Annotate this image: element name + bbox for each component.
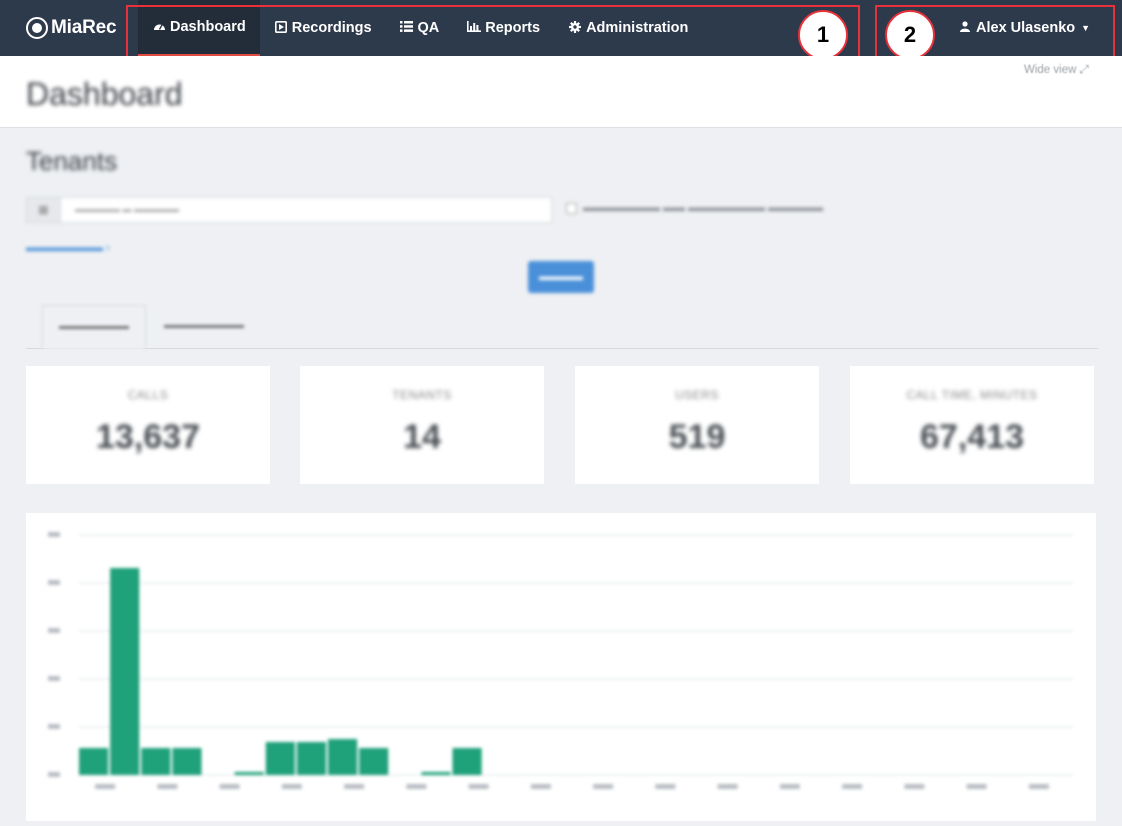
y-tick-label [48, 724, 60, 729]
list-icon [400, 21, 414, 35]
gear-icon [568, 20, 582, 36]
stat-label: CALLS [127, 388, 169, 402]
compare-checkbox[interactable]: ▬▬▬▬▬▬▬ ▬▬ ▬▬▬▬▬▬▬ ▬▬▬▬▬ [566, 202, 823, 214]
stat-label: TENANTS [392, 388, 452, 402]
x-tick-label [655, 784, 676, 789]
nav-item-administration[interactable]: Administration [554, 0, 702, 56]
wide-view-label: Wide view [1024, 64, 1077, 76]
chart-bar [141, 748, 171, 775]
calls-bar-chart [48, 532, 1074, 789]
section-title: Tenants [26, 146, 118, 176]
stat-value: 13,637 [96, 418, 200, 456]
main-nav: Dashboard Recordings QA Reports Administ… [138, 0, 702, 56]
page-header: Dashboard Wide view ⤢ [0, 56, 1122, 128]
x-tick-label [95, 784, 116, 789]
chart-bar [452, 748, 482, 775]
calls-chart-panel [26, 513, 1096, 821]
nav-item-dashboard[interactable]: Dashboard [138, 0, 260, 56]
top-navbar: MiaRec Dashboard Recordings QA Reports A… [0, 0, 1122, 56]
user-icon [958, 21, 972, 35]
x-tick-label [530, 784, 551, 789]
x-tick-label [219, 784, 240, 789]
tab-overview[interactable]: ▬▬▬▬▬▬▬ [42, 305, 146, 349]
x-tick-label [842, 784, 863, 789]
nav-item-label: Recordings [291, 20, 372, 36]
tab-secondary[interactable]: ▬▬▬▬▬▬▬▬ [148, 305, 260, 349]
caret-down-icon: ▼ [1081, 23, 1091, 33]
x-tick-label [406, 784, 427, 789]
bar-chart-icon [467, 21, 482, 35]
stat-card-users: USERS 519 [575, 366, 819, 484]
x-tick-label [593, 784, 614, 789]
x-tick-label [157, 784, 178, 789]
x-tick-label [1028, 784, 1049, 789]
compare-label: ▬▬▬▬▬▬▬ ▬▬ ▬▬▬▬▬▬▬ ▬▬▬▬▬ [583, 202, 824, 214]
user-menu[interactable]: Alex Ulasenko ▼ [958, 0, 1090, 56]
chart-bar [172, 748, 202, 775]
view-tabs: ▬▬▬▬▬▬▬ ▬▬▬▬▬▬▬▬ [26, 303, 1098, 349]
x-tick-label [344, 784, 365, 789]
chart-bar [79, 748, 109, 775]
wide-view-link[interactable]: Wide view ⤢ [1024, 64, 1089, 77]
nav-item-label: Reports [485, 20, 541, 36]
stat-value: 519 [668, 418, 726, 456]
annotation-number-1: 1 [798, 10, 848, 60]
user-name: Alex Ulasenko [976, 20, 1076, 36]
annotation-number-2: 2 [885, 10, 935, 60]
stat-card-call-time: CALL TIME, MINUTES 67,413 [850, 366, 1094, 484]
expand-icon: ⤢ [1079, 64, 1089, 76]
nav-item-qa[interactable]: QA [386, 0, 454, 56]
stat-card-tenants: TENANTS 14 [300, 366, 544, 484]
calendar-icon[interactable]: ▦ [27, 198, 61, 222]
search-button[interactable]: ▬▬▬▬ [528, 261, 594, 293]
x-tick-label [904, 784, 925, 789]
chart-bar [328, 739, 358, 775]
x-tick-label [281, 784, 302, 789]
y-tick-label [48, 676, 60, 681]
date-range-input[interactable]: ▦ ▬▬▬▬▬ ▬ ▬▬▬▬▬ [26, 197, 552, 223]
miarec-logo-icon [26, 17, 48, 39]
y-tick-label [48, 772, 60, 777]
chart-bar [296, 742, 326, 775]
stat-card-calls: CALLS 13,637 [26, 366, 270, 484]
brand-logo[interactable]: MiaRec [26, 14, 117, 42]
y-tick-label [48, 628, 60, 633]
y-tick-label [48, 532, 60, 537]
chart-bar [265, 742, 295, 775]
chart-bar [359, 748, 389, 775]
x-tick-label [717, 784, 738, 789]
stat-label: USERS [675, 388, 719, 402]
chart-bar [110, 568, 140, 775]
page-title: Dashboard [26, 76, 183, 112]
chart-bar [234, 772, 264, 775]
chart-bar [421, 772, 451, 775]
play-icon [274, 20, 288, 36]
x-tick-label [966, 784, 987, 789]
stat-value: 67,413 [920, 418, 1024, 456]
dashboard-icon [152, 20, 166, 34]
nav-item-recordings[interactable]: Recordings [260, 0, 386, 56]
x-tick-label [468, 784, 489, 789]
filters-link[interactable]: ▬▬▬▬▬▬▬ › [26, 242, 110, 254]
stat-label: CALL TIME, MINUTES [906, 388, 1038, 402]
brand-name: MiaRec [51, 17, 117, 38]
nav-item-label: Administration [586, 20, 689, 36]
stat-value: 14 [403, 418, 441, 456]
nav-item-reports[interactable]: Reports [453, 0, 554, 56]
checkbox-icon[interactable] [566, 202, 577, 214]
x-tick-label [779, 784, 800, 789]
y-tick-label [48, 580, 60, 585]
nav-item-label: QA [417, 20, 440, 36]
nav-item-label: Dashboard [170, 19, 246, 35]
date-range-value: ▬▬▬▬▬ ▬ ▬▬▬▬▬ [75, 204, 180, 214]
